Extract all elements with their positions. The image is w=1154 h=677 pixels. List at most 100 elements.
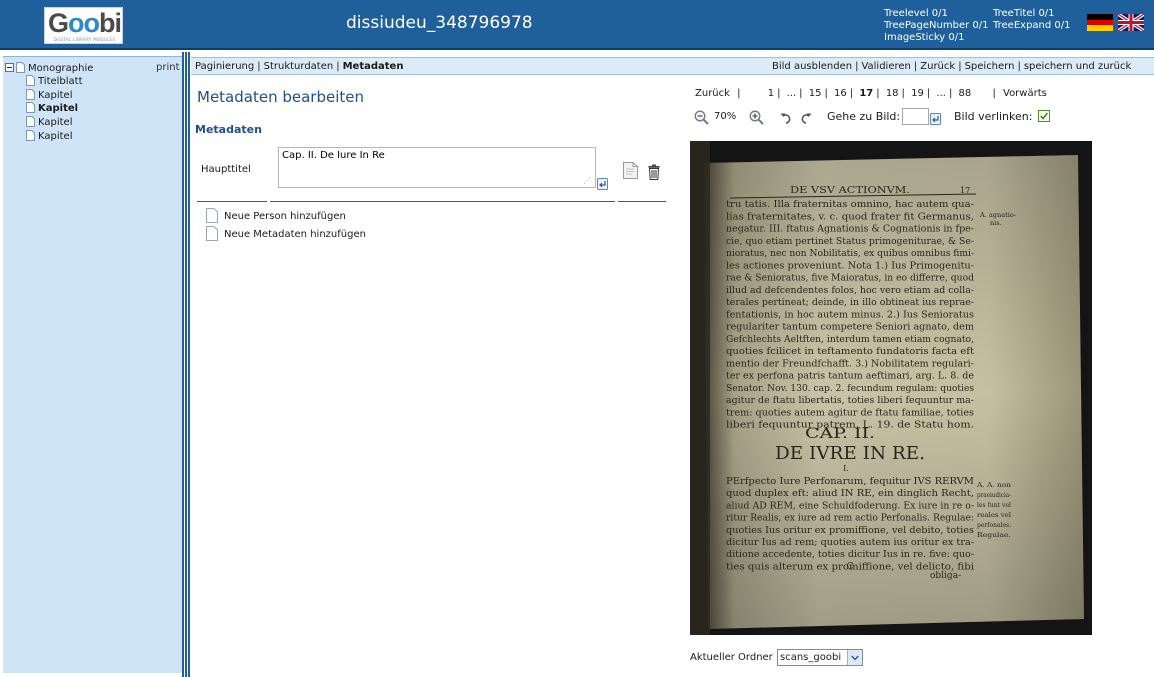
page-icon xyxy=(16,62,25,73)
pager-page-18[interactable]: 18 xyxy=(886,88,899,99)
page-icon xyxy=(26,102,35,113)
tree-node-label: Kapitel xyxy=(38,90,73,101)
scan-margin-note: perfonales. xyxy=(977,522,1011,529)
scan-chapter-title: DE IVRE IN RE. xyxy=(775,443,925,464)
scan-text-line: dicitur Ius ad rem; quoties autem ius or… xyxy=(726,537,974,548)
scan-text-line: nioratus, nec non Nobilitatis, ex quibus… xyxy=(726,248,974,259)
tree-node-label: Monographie xyxy=(28,63,94,74)
app-header: Goobi DIGITAL LIBRARY MODULES dissiudeu_… xyxy=(0,0,1154,50)
scan-margin-note: praeiudicia- xyxy=(977,492,1011,499)
pager-page-15[interactable]: 15 xyxy=(809,88,822,99)
treelevel-toggle[interactable]: Treelevel 0/1 xyxy=(884,8,948,19)
collapse-icon[interactable] xyxy=(5,63,14,72)
imagesticky-toggle[interactable]: ImageSticky 0/1 xyxy=(884,32,965,43)
add-metadata-label: Neue Metadaten hinzufügen xyxy=(224,229,366,240)
tab-paginierung[interactable]: Paginierung xyxy=(195,61,254,72)
scan-margin-note: les funt vel xyxy=(977,502,1011,509)
page-navigator: Zurück | 1 | ... | 15 | 16 | 17 | 18 | 19 | ...… xyxy=(695,88,1047,99)
scan-text-line: trem: quoties autem agitur de ftatu fami… xyxy=(726,407,974,418)
tree-node-kapitel[interactable]: Kapitel xyxy=(26,89,73,102)
scan-section-numeral: I. xyxy=(843,464,849,473)
add-metadata-link[interactable]: Neue Metadaten hinzufügen xyxy=(206,226,366,241)
zoom-in-icon[interactable] xyxy=(749,110,764,125)
scan-cap-heading: CAP. II. xyxy=(805,426,875,442)
add-person-link[interactable]: Neue Person hinzufügen xyxy=(206,208,346,223)
trash-icon[interactable] xyxy=(648,164,660,180)
treepagenumber-toggle[interactable]: TreePageNumber 0/1 xyxy=(884,20,989,31)
haupttitel-field[interactable] xyxy=(278,147,596,188)
divider xyxy=(618,201,666,202)
pager-forward-link[interactable]: Vorwärts xyxy=(1003,88,1047,99)
page-icon xyxy=(26,89,35,100)
hide-image-link[interactable]: Bild ausblenden xyxy=(772,61,852,72)
pane-splitter[interactable] xyxy=(182,52,190,677)
goto-image-input[interactable] xyxy=(902,108,929,125)
tree-node-kapitel[interactable]: Kapitel xyxy=(26,116,73,129)
page-icon xyxy=(26,116,35,127)
scan-text-line: ditione accedente, toties dicitur Ius in… xyxy=(726,549,974,560)
scan-text-line: agitur de ftatu libertatis, toties liber… xyxy=(726,395,974,406)
save-and-back-link[interactable]: speichern und zurück xyxy=(1024,61,1131,72)
scan-text-line: les actiones proveniunt. Nota 1.) Ius Pr… xyxy=(726,260,974,271)
document-title: dissiudeu_348796978 xyxy=(346,13,533,33)
save-link[interactable]: Speichern xyxy=(965,61,1015,72)
pager-page-88[interactable]: 88 xyxy=(959,88,972,99)
tree-node-kapitel[interactable]: Kapitel xyxy=(26,130,73,143)
scan-margin-note: reales vel xyxy=(977,512,1011,519)
tree-node-root[interactable]: Monographie xyxy=(5,62,93,75)
tree-node-titelblatt[interactable]: Titelblatt xyxy=(26,75,83,88)
editor-toolbar: Paginierung | Strukturdaten | Metadaten Bild… xyxy=(191,57,1154,75)
pager-page-16[interactable]: 16 xyxy=(834,88,847,99)
goobi-logo[interactable]: Goobi DIGITAL LIBRARY MODULES xyxy=(44,7,123,44)
pager-page-19[interactable]: 19 xyxy=(911,88,924,99)
pager-page-1[interactable]: 1 xyxy=(768,88,774,99)
pager-back-link[interactable]: Zurück xyxy=(695,88,730,99)
treeexpand-toggle[interactable]: TreeExpand 0/1 xyxy=(993,20,1071,31)
scan-text-line: aliud AD REM, eine Schuldfoderung. Ex iu… xyxy=(726,500,974,511)
logo-subtitle: DIGITAL LIBRARY MODULES xyxy=(53,37,116,42)
print-link[interactable]: print xyxy=(156,62,180,73)
current-folder-label: Aktueller Ordner xyxy=(690,652,773,663)
english-flag-icon[interactable] xyxy=(1118,14,1144,31)
zoom-out-icon[interactable] xyxy=(694,110,709,125)
scan-text-line: ter ex perfona patris tantum aeftimari, … xyxy=(726,371,974,382)
copy-metadata-icon[interactable] xyxy=(623,160,638,179)
tab-metadaten[interactable]: Metadaten xyxy=(343,61,404,72)
current-folder-select[interactable]: scans_goobi xyxy=(777,649,863,666)
scan-text-line: quod duplex eft: aliud IN RE, ein dingli… xyxy=(726,488,974,499)
scan-text-line: mentio der Freundfchafft. 3.) Nobilitate… xyxy=(726,358,974,369)
scan-text-line: rae & Senioratus, five Maioratus, in eo … xyxy=(726,273,974,284)
back-link[interactable]: Zurück xyxy=(920,61,955,72)
goto-image-label: Gehe zu Bild: xyxy=(827,110,901,123)
tab-strukturdaten[interactable]: Strukturdaten xyxy=(264,61,334,72)
resize-grip-icon[interactable]: ⋰ xyxy=(583,176,593,186)
page-icon xyxy=(26,75,35,86)
enter-icon[interactable] xyxy=(597,178,608,190)
scan-text-line: ritur Realis, ex iure ad rem actio Perfo… xyxy=(726,513,974,524)
pager-ellipsis: ... xyxy=(786,88,797,99)
tree-node-kapitel-selected[interactable]: Kapitel xyxy=(26,102,78,115)
rotate-right-icon[interactable] xyxy=(800,112,812,124)
link-image-checkbox[interactable] xyxy=(1038,110,1050,122)
structure-tree-pane xyxy=(3,56,182,673)
scan-text-line: regulariter tantum competere Seniori agn… xyxy=(726,322,974,333)
scanned-page-image[interactable]: DE VSV ACTIONVM. 17 tru tatis. Illa frater… xyxy=(690,141,1092,635)
chevron-down-icon xyxy=(847,650,862,665)
scan-text-line: PErfpecto Iure Perfonarum, fequitur IVS … xyxy=(726,476,975,487)
editor-heading: Metadaten bearbeiten xyxy=(197,88,364,106)
scan-text-line: quoties fcilicet in teftamento fundatori… xyxy=(726,346,974,357)
tree-node-label: Titelblatt xyxy=(38,76,83,87)
german-flag-icon[interactable] xyxy=(1087,14,1113,31)
rotate-left-icon[interactable] xyxy=(780,112,792,124)
enter-icon[interactable] xyxy=(930,113,941,125)
metadata-section-title: Metadaten xyxy=(195,123,262,136)
scan-text-line: Senator. Nov. 130. cap. 2. fecundum regu… xyxy=(726,383,974,394)
scan-text-line: illud ad defcendentes folos, hoc vero et… xyxy=(726,285,974,296)
treetitel-toggle[interactable]: TreeTitel 0/1 xyxy=(993,8,1055,19)
scan-margin-note: A. agnatio- xyxy=(979,211,1016,219)
scan-text-line: terales pertineat; deinde, in illo obtin… xyxy=(726,297,974,308)
page-icon xyxy=(206,226,218,241)
tree-node-label: Kapitel xyxy=(38,117,73,128)
scan-page-number: 17 xyxy=(960,186,970,195)
validate-link[interactable]: Validieren xyxy=(861,61,910,72)
